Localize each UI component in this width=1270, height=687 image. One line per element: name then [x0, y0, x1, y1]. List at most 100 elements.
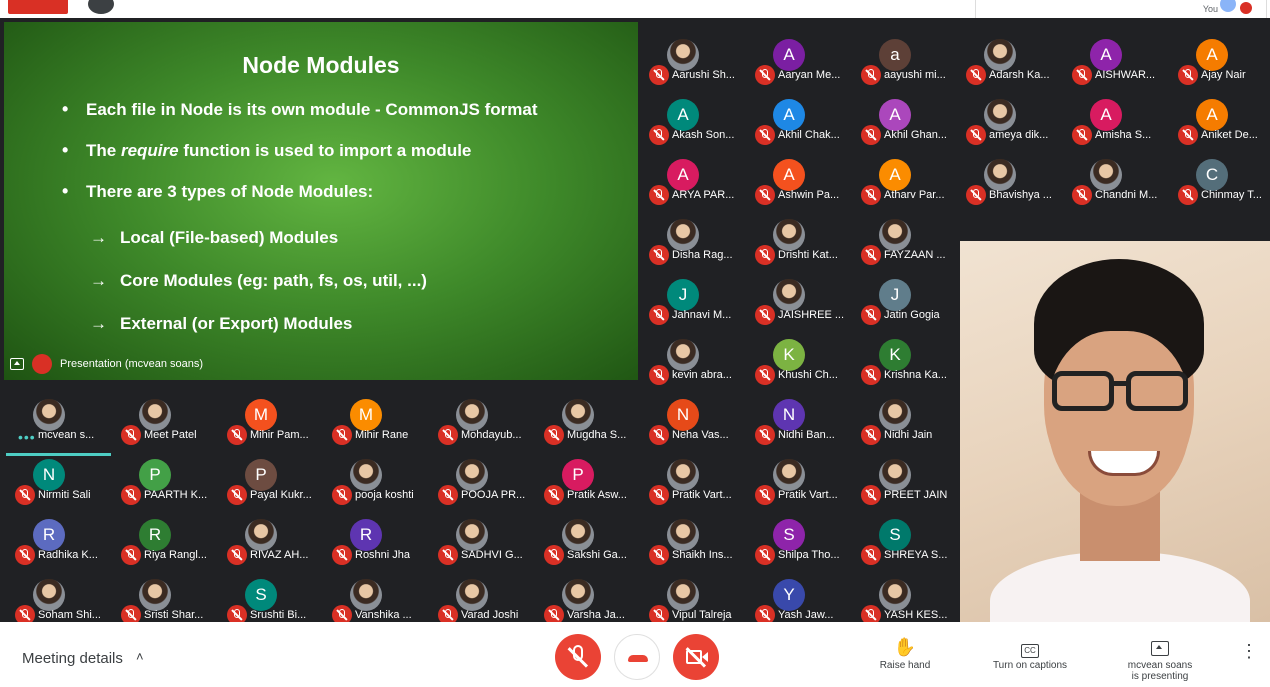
avatar: R: [139, 519, 171, 551]
participant-tile[interactable]: Adarsh Ka...: [957, 36, 1062, 96]
participant-tile[interactable]: A Ashwin Pa...: [746, 156, 851, 216]
participant-tile[interactable]: pooja koshti: [323, 456, 428, 516]
participant-tile[interactable]: S SHREYA S...: [852, 516, 957, 576]
participant-tile[interactable]: FAYZAAN ...: [852, 216, 957, 276]
participant-tile[interactable]: Meet Patel: [112, 396, 217, 456]
participant-tile[interactable]: P Payal Kukr...: [218, 456, 323, 516]
participant-tile[interactable]: P PAARTH K...: [112, 456, 217, 516]
participant-tile[interactable]: Vanshika ...: [323, 576, 428, 622]
mic-muted-icon: [121, 425, 141, 445]
participant-tile[interactable]: PREET JAIN: [852, 456, 957, 516]
participant-tile[interactable]: Nidhi Jain: [852, 396, 957, 456]
participant-tile[interactable]: A Aniket De...: [1169, 96, 1270, 156]
participant-tile[interactable]: A Akash Son...: [640, 96, 745, 156]
avatar: A: [1196, 39, 1228, 71]
participant-tile[interactable]: R Radhika K...: [6, 516, 111, 576]
avatar: [562, 519, 594, 551]
participant-tile[interactable]: Bhavishya ...: [957, 156, 1062, 216]
meeting-details-button[interactable]: Meeting details: [22, 650, 123, 667]
participant-tile[interactable]: A ARYA PAR...: [640, 156, 745, 216]
participant-tile[interactable]: Drishti Kat...: [746, 216, 851, 276]
participant-tile[interactable]: A AISHWAR...: [1063, 36, 1168, 96]
participant-tile[interactable]: M Mihir Rane: [323, 396, 428, 456]
participant-tile[interactable]: N Nidhi Ban...: [746, 396, 851, 456]
captions-button[interactable]: CC Turn on captions: [980, 636, 1080, 671]
participant-tile[interactable]: Varsha Ja...: [535, 576, 640, 622]
participant-tile[interactable]: kevin abra...: [640, 336, 745, 396]
participant-tile[interactable]: C Chinmay T...: [1169, 156, 1270, 216]
participant-tile[interactable]: SADHVI G...: [429, 516, 534, 576]
participant-tile[interactable]: A Ajay Nair: [1169, 36, 1270, 96]
participant-tile[interactable]: K Khushi Ch...: [746, 336, 851, 396]
participant-tile[interactable]: K Krishna Ka...: [852, 336, 957, 396]
participant-tile[interactable]: RIVAZ AH...: [218, 516, 323, 576]
camera-toggle-button[interactable]: [673, 634, 719, 680]
participant-tile[interactable]: Mugdha S...: [535, 396, 640, 456]
participant-tile[interactable]: A Akhil Ghan...: [852, 96, 957, 156]
avatar: [33, 399, 65, 431]
raise-hand-button[interactable]: ✋ Raise hand: [870, 636, 940, 671]
participant-name: Vipul Talreja: [672, 609, 732, 621]
participant-tile[interactable]: A Atharv Par...: [852, 156, 957, 216]
participant-name: Mihir Rane: [355, 429, 409, 441]
avatar: N: [33, 459, 65, 491]
avatar: S: [879, 519, 911, 551]
participant-tile[interactable]: M Mihir Pam...: [218, 396, 323, 456]
participant-tile[interactable]: Soham Shi...: [6, 576, 111, 622]
slide-bullet-text: Each file in Node is its own module - Co…: [86, 100, 538, 119]
participant-tile[interactable]: S Srushti Bi...: [218, 576, 323, 622]
participant-tile[interactable]: R Riya Rangl...: [112, 516, 217, 576]
participant-tile[interactable]: J Jahnavi M...: [640, 276, 745, 336]
participant-tile[interactable]: Pratik Vart...: [746, 456, 851, 516]
participant-tile[interactable]: Aarushi Sh...: [640, 36, 745, 96]
presentation-label: Presentation (mcvean soans): [60, 358, 204, 370]
avatar: [667, 579, 699, 611]
participant-tile[interactable]: JAISHREE ...: [746, 276, 851, 336]
top-red-tab[interactable]: [8, 0, 68, 14]
participant-tile[interactable]: Pratik Vart...: [640, 456, 745, 516]
slide-bullet-text: function is used to import a module: [178, 141, 472, 160]
participant-tile[interactable]: Chandni M...: [1063, 156, 1168, 216]
participant-tile[interactable]: A Aaryan Me...: [746, 36, 851, 96]
participant-tile[interactable]: a aayushi mi...: [852, 36, 957, 96]
participant-tile[interactable]: Sakshi Ga...: [535, 516, 640, 576]
mic-muted-icon: [966, 125, 986, 145]
avatar: [456, 399, 488, 431]
participant-tile[interactable]: Y Yash Jaw...: [746, 576, 851, 622]
leave-call-button[interactable]: [614, 634, 660, 680]
participant-tile[interactable]: N Neha Vas...: [640, 396, 745, 456]
mic-muted-icon: [227, 485, 247, 505]
participant-tile[interactable]: Mohdayub...: [429, 396, 534, 456]
participant-tile[interactable]: ameya dik...: [957, 96, 1062, 156]
self-view-video[interactable]: [960, 241, 1270, 622]
participant-tile[interactable]: ••• mcvean s...: [6, 396, 111, 456]
mic-muted-icon: [121, 605, 141, 622]
raise-hand-label: Raise hand: [879, 660, 931, 671]
participant-tile[interactable]: N Nirmiti Sali: [6, 456, 111, 516]
participant-tile[interactable]: Varad Joshi: [429, 576, 534, 622]
participant-tile[interactable]: Sristi Shar...: [112, 576, 217, 622]
presentation-slide[interactable]: Node Modules Each file in Node is its ow…: [4, 22, 638, 380]
more-options-icon[interactable]: ⋮: [1240, 642, 1258, 660]
participant-tile[interactable]: J Jatin Gogia: [852, 276, 957, 336]
presenting-status-button[interactable]: mcvean soans is presenting: [1112, 636, 1208, 682]
participant-tile[interactable]: POOJA PR...: [429, 456, 534, 516]
avatar: Y: [773, 579, 805, 611]
participant-tile[interactable]: S Shilpa Tho...: [746, 516, 851, 576]
participant-tile[interactable]: Vipul Talreja: [640, 576, 745, 622]
mic-muted-icon: [861, 125, 881, 145]
participant-tile[interactable]: Disha Rag...: [640, 216, 745, 276]
chevron-up-icon[interactable]: ˄: [136, 649, 144, 664]
participant-tile[interactable]: YASH KES...: [852, 576, 957, 622]
mic-muted-icon: [121, 485, 141, 505]
you-mic-muted-icon: [1240, 2, 1252, 14]
participant-tile[interactable]: A Amisha S...: [1063, 96, 1168, 156]
participant-name: Mugdha S...: [567, 429, 627, 441]
participant-tile[interactable]: A Akhil Chak...: [746, 96, 851, 156]
participant-tile[interactable]: R Roshni Jha: [323, 516, 428, 576]
participant-name: Shaikh Ins...: [672, 549, 733, 561]
participant-tile[interactable]: Shaikh Ins...: [640, 516, 745, 576]
mic-toggle-button[interactable]: [555, 634, 601, 680]
participant-tile[interactable]: P Pratik Asw...: [535, 456, 640, 516]
mic-muted-icon: [1072, 185, 1092, 205]
